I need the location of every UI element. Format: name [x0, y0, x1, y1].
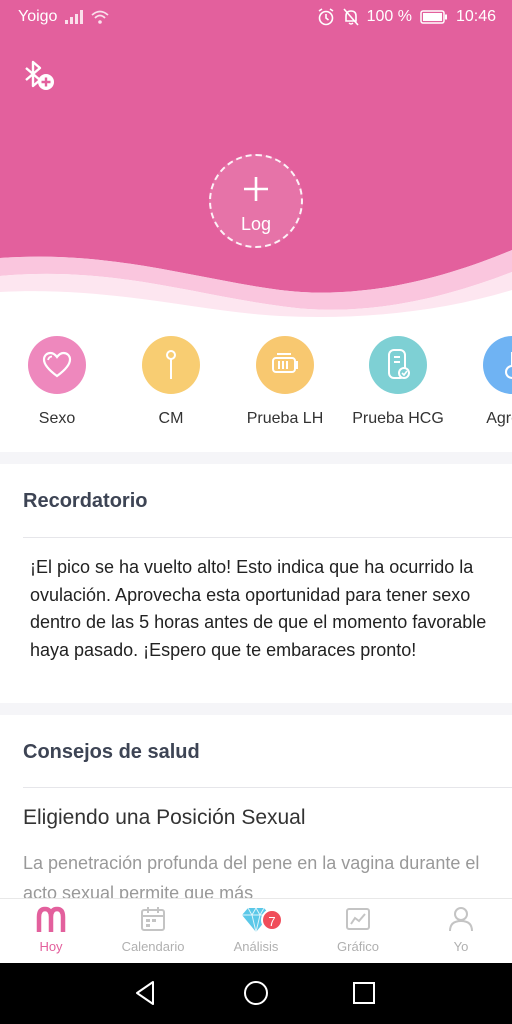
- add-record-icon: [483, 336, 512, 394]
- tab-label: Yo: [453, 939, 469, 954]
- recents-icon[interactable]: [349, 978, 379, 1008]
- profile-icon: [449, 907, 473, 932]
- tab-yo[interactable]: Yo: [410, 899, 512, 964]
- tab-grafico[interactable]: Gráfico: [307, 899, 409, 964]
- section-divider: [0, 703, 512, 715]
- plus-icon: [244, 177, 268, 201]
- clock: 10:46: [455, 8, 496, 25]
- hcg-test-icon: [369, 336, 427, 394]
- quick-action-label: Prueba LH: [246, 410, 324, 427]
- bottom-tab-bar: Hoy Calendario 7 Análisis Gráfico Yo: [0, 898, 512, 963]
- lh-test-icon: [256, 336, 314, 394]
- reminder-text: ¡El pico se ha vuelto alto! Esto indica …: [30, 557, 487, 660]
- log-label: Log: [240, 214, 272, 234]
- quick-action-add[interactable]: Agrega: [455, 336, 512, 428]
- tab-analisis[interactable]: 7 Análisis: [205, 899, 307, 964]
- quick-action-hcg-test[interactable]: Prueba HCG: [341, 336, 455, 428]
- battery-percent: 100 %: [366, 8, 412, 25]
- system-navigation-bar: [0, 963, 512, 1024]
- article-excerpt[interactable]: La penetración profunda del pene en la v…: [23, 848, 493, 898]
- notification-badge: 7: [261, 909, 283, 931]
- wifi-icon: [91, 10, 110, 24]
- carrier-label: Yoigo: [18, 8, 58, 25]
- tab-calendario[interactable]: Calendario: [102, 899, 204, 964]
- heart-icon: [28, 336, 86, 394]
- bluetooth-add-icon: [25, 60, 54, 90]
- signal-icon: [65, 10, 84, 24]
- chart-icon: [346, 908, 370, 930]
- mute-icon: [342, 8, 359, 26]
- quick-action-cm[interactable]: CM: [114, 336, 228, 428]
- home-icon[interactable]: [241, 978, 271, 1008]
- log-button[interactable]: Log: [209, 154, 303, 248]
- article-title[interactable]: Eligiendo una Posición Sexual: [23, 806, 306, 830]
- today-icon: [36, 906, 66, 932]
- status-bar: Yoigo 100 % 10:46: [0, 0, 512, 36]
- quick-action-sexo[interactable]: Sexo: [0, 336, 114, 428]
- tab-label: Calendario: [121, 939, 185, 954]
- bluetooth-add-button[interactable]: [20, 58, 60, 94]
- health-tips-title: Consejos de salud: [23, 741, 200, 763]
- reminder-title: Recordatorio: [23, 490, 148, 512]
- section-divider: [0, 452, 512, 464]
- divider-line: [23, 537, 512, 538]
- tab-hoy[interactable]: Hoy: [0, 899, 102, 964]
- cm-drop-icon: [142, 336, 200, 394]
- header: Yoigo 100 % 10:46 Log: [0, 0, 512, 320]
- quick-actions: Sexo CM Prueba LH Prueba HCG Agr: [0, 330, 512, 450]
- quick-action-label: Prueba HCG: [352, 410, 444, 427]
- back-icon[interactable]: [131, 978, 161, 1008]
- alarm-icon: [318, 8, 334, 26]
- quick-action-label: CM: [158, 410, 184, 427]
- quick-action-label: Sexo: [38, 410, 76, 427]
- tab-label: Gráfico: [337, 939, 379, 954]
- divider-line: [23, 787, 512, 788]
- quick-action-label: Agrega: [486, 410, 512, 427]
- quick-action-lh-test[interactable]: Prueba LH: [228, 336, 342, 428]
- calendar-icon: [141, 907, 165, 931]
- tab-label: Análisis: [233, 939, 279, 954]
- tab-label: Hoy: [39, 939, 63, 954]
- battery-icon: [420, 10, 447, 24]
